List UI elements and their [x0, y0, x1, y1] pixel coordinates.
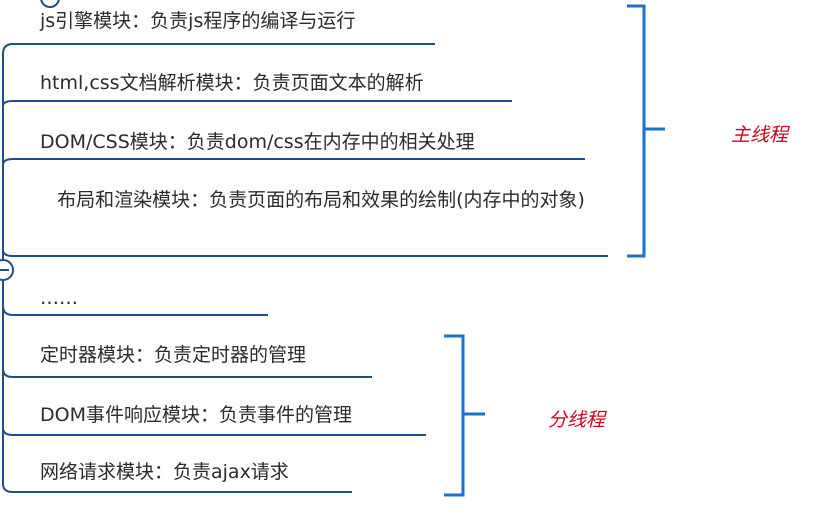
node-timer: 定时器模块：负责定时器的管理 — [40, 344, 307, 366]
top-node-icon — [40, 0, 60, 8]
branch-line-3 — [2, 158, 585, 166]
node-ellipsis: …… — [40, 287, 78, 309]
node-dom-css: DOM/CSS模块：负责dom/css在内存中的相关处理 — [40, 131, 475, 153]
node-dom-event: DOM事件响应模块：负责事件的管理 — [40, 404, 352, 426]
node-js-engine: js引擎模块：负责js程序的编译与运行 — [40, 10, 356, 32]
main-thread-bracket — [627, 4, 665, 258]
branch-thread-label: 分线程 — [548, 409, 606, 431]
node-network: 网络请求模块：负责ajax请求 — [40, 461, 289, 483]
node-html-css-parser: html,css文档解析模块：负责页面文本的解析 — [40, 72, 424, 94]
main-thread-label: 主线程 — [731, 124, 789, 146]
branch-line-2 — [2, 100, 512, 107]
branch-line-4 — [2, 249, 608, 257]
node-layout-render: 布局和渲染模块：负责页面的布局和效果的绘制(内存中的对象) — [57, 189, 585, 211]
branch-thread-bracket — [444, 334, 485, 497]
